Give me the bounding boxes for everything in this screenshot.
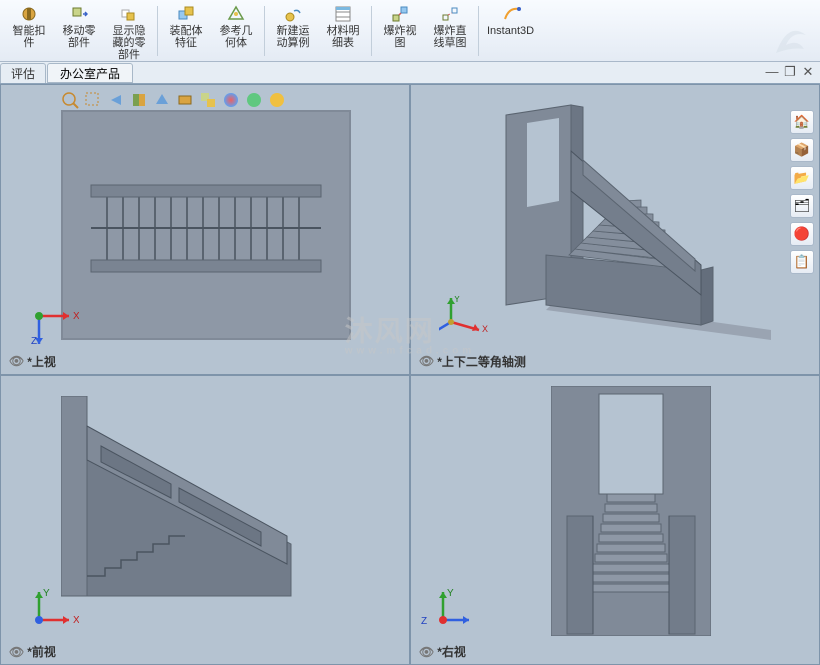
ribbon-btn-smart-fastener[interactable]: 智能扣件 [5, 2, 53, 51]
explode-line-icon [440, 4, 460, 24]
viewport-right[interactable]: ZY 👁*右视 [410, 375, 820, 665]
heads-up-toolbar [61, 91, 286, 109]
visibility-icon [119, 4, 139, 24]
section-icon[interactable] [130, 91, 148, 109]
svg-text:Y: Y [43, 588, 50, 599]
zoom-area-icon[interactable] [84, 91, 102, 109]
viewport-isometric[interactable]: XY 👁*上下二等角轴测 [410, 84, 820, 375]
ribbon-btn-bom[interactable]: 材料明细表 [319, 2, 367, 51]
taskpane-home-icon[interactable]: 🏠 [790, 110, 814, 134]
tab-office-products[interactable]: 办公室产品 [47, 63, 133, 83]
svg-text:X: X [73, 311, 79, 322]
eye-icon: 👁 [419, 354, 434, 368]
origin-triad: ZY [419, 586, 469, 636]
assembly-icon [176, 4, 196, 24]
eye-icon: 👁 [9, 645, 24, 659]
ribbon-separator [264, 6, 265, 56]
edit-appearance-icon[interactable] [222, 91, 240, 109]
window-controls: — ❐ ✕ [764, 64, 816, 80]
taskpane-view-icon[interactable]: 🗂 [790, 194, 814, 218]
bom-icon [333, 4, 353, 24]
scene-icon[interactable] [245, 91, 263, 109]
instant3d-icon [501, 4, 521, 24]
viewport-front[interactable]: XY 👁*前视 [0, 375, 410, 665]
hide-show-icon[interactable] [199, 91, 217, 109]
ribbon-btn-assembly-feature[interactable]: 装配体特征 [162, 2, 210, 51]
ribbon-btn-new-motion[interactable]: 新建运动算例 [269, 2, 317, 51]
view-orient-icon[interactable] [153, 91, 171, 109]
tab-evaluate[interactable]: 评估 [0, 63, 46, 83]
ribbon-btn-reference-geom[interactable]: 参考几何体 [212, 2, 260, 51]
fastener-icon [19, 4, 39, 24]
ribbon-btn-move-component[interactable]: 移动零部件 [55, 2, 103, 51]
view-settings-icon[interactable] [268, 91, 286, 109]
svg-text:Z: Z [31, 336, 37, 346]
ribbon-separator [371, 6, 372, 56]
taskpane-folder-icon[interactable]: 📂 [790, 166, 814, 190]
eye-icon: 👁 [419, 645, 434, 659]
viewport-label: 👁*上视 [9, 353, 56, 370]
origin-triad: XY [29, 586, 79, 636]
solidworks-logo [768, 25, 812, 66]
display-style-icon[interactable] [176, 91, 194, 109]
svg-text:Y: Y [447, 588, 454, 599]
close-button[interactable]: ✕ [800, 64, 816, 80]
svg-text:Y: Y [454, 296, 460, 304]
motion-icon [283, 4, 303, 24]
origin-triad: XY [439, 296, 489, 346]
viewport-label: 👁*上下二等角轴测 [419, 353, 526, 370]
ribbon-separator [478, 6, 479, 56]
model-iso-view [451, 95, 771, 355]
ribbon-btn-show-hidden[interactable]: 显示隐藏的零部件 [105, 2, 153, 63]
viewport-top[interactable]: XZ 👁*上视 [0, 84, 410, 375]
viewport-container: XZ 👁*上视 [0, 84, 820, 665]
move-icon [69, 4, 89, 24]
taskpane-appearance-icon[interactable]: 🔴 [790, 222, 814, 246]
task-pane: 🏠 📦 📂 🗂 🔴 📋 [790, 110, 816, 274]
ribbon-toolbar: 智能扣件 移动零部件 显示隐藏的零部件 装配体特征 参考几何体 新建运动算例 材… [0, 0, 820, 62]
svg-text:X: X [482, 324, 488, 334]
ribbon-btn-instant3d[interactable]: Instant3D [483, 2, 538, 39]
taskpane-properties-icon[interactable]: 📋 [790, 250, 814, 274]
viewport-label: 👁*前视 [9, 643, 56, 660]
viewport-label: 👁*右视 [419, 643, 466, 660]
zoom-fit-icon[interactable] [61, 91, 79, 109]
taskpane-resources-icon[interactable]: 📦 [790, 138, 814, 162]
eye-icon: 👁 [9, 354, 24, 368]
maximize-button[interactable]: ❐ [782, 64, 798, 80]
model-top-view [61, 110, 351, 340]
svg-text:X: X [73, 615, 79, 626]
ribbon-separator [157, 6, 158, 56]
minimize-button[interactable]: — [764, 64, 780, 80]
ribbon-btn-explode-sketch[interactable]: 爆炸直线草图 [426, 2, 474, 51]
ribbon-btn-explode-view[interactable]: 爆炸视图 [376, 2, 424, 51]
svg-text:Z: Z [421, 616, 427, 627]
geometry-icon [226, 4, 246, 24]
model-right-view [551, 386, 711, 636]
origin-triad: XZ [29, 296, 79, 346]
tabs-bar: 评估 办公室产品 [0, 62, 820, 84]
model-front-view [61, 396, 341, 626]
prev-view-icon[interactable] [107, 91, 125, 109]
explode-icon [390, 4, 410, 24]
